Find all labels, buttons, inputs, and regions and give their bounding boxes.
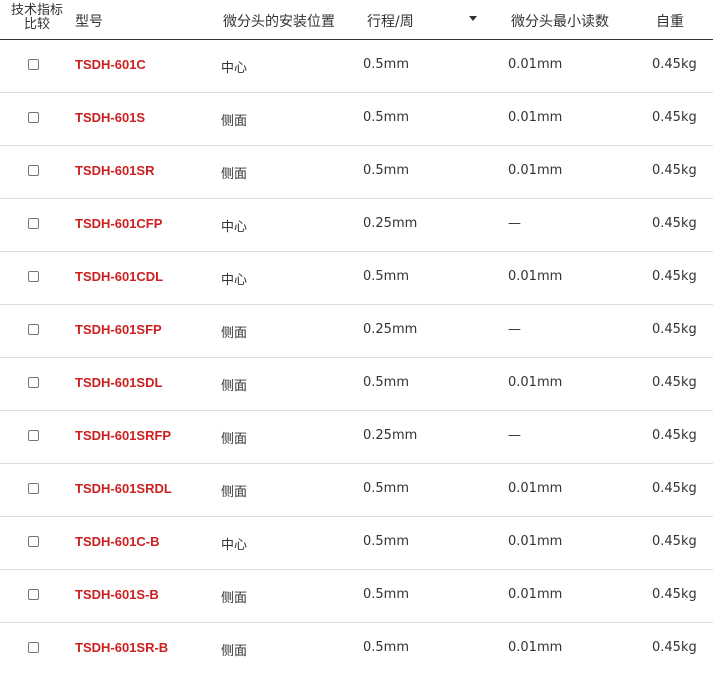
stroke-cell: 0.5mm xyxy=(363,269,410,284)
table-row: TSDH-601C-B 中心 0.5mm 0.01mm 0.45kg xyxy=(0,517,713,570)
resolution-cell: 0.01mm xyxy=(508,587,563,602)
stroke-cell: 0.25mm xyxy=(363,216,418,231)
weight-cell: 0.45kg xyxy=(652,534,697,549)
compare-checkbox[interactable] xyxy=(28,218,39,229)
table-row: TSDH-601SR 侧面 0.5mm 0.01mm 0.45kg xyxy=(0,146,713,199)
position-cell: 侧面 xyxy=(221,167,248,182)
resolution-cell: 0.01mm xyxy=(508,57,563,72)
position-column-header: 微分头的安装位置 xyxy=(223,14,335,30)
compare-checkbox[interactable] xyxy=(28,483,39,494)
resolution-cell: 0.01mm xyxy=(508,640,563,655)
sort-caret-down-icon[interactable] xyxy=(469,16,477,21)
resolution-cell: 0.01mm xyxy=(508,534,563,549)
weight-cell: 0.45kg xyxy=(652,163,697,178)
weight-cell: 0.45kg xyxy=(652,481,697,496)
stroke-cell: 0.25mm xyxy=(363,428,418,443)
position-cell: 中心 xyxy=(221,538,248,553)
compare-checkbox[interactable] xyxy=(28,642,39,653)
weight-cell: 0.45kg xyxy=(652,269,697,284)
stroke-cell: 0.5mm xyxy=(363,481,410,496)
table-header: 技术指标 比较 型号 微分头的安装位置 行程/周 微分头最小读数 自重 xyxy=(0,0,713,40)
compare-header-line1: 技术指标 xyxy=(10,3,63,18)
table-row: TSDH-601C 中心 0.5mm 0.01mm 0.45kg xyxy=(0,40,713,93)
table-row: TSDH-601SRDL 侧面 0.5mm 0.01mm 0.45kg xyxy=(0,464,713,517)
table-row: TSDH-601CDL 中心 0.5mm 0.01mm 0.45kg xyxy=(0,252,713,305)
stroke-cell: 0.5mm xyxy=(363,534,410,549)
model-link[interactable]: TSDH-601CDL xyxy=(75,269,163,284)
table-row: TSDH-601SDL 侧面 0.5mm 0.01mm 0.45kg xyxy=(0,358,713,411)
weight-cell: 0.45kg xyxy=(652,322,697,337)
stroke-cell: 0.5mm xyxy=(363,375,410,390)
model-column-header: 型号 xyxy=(75,14,103,30)
position-cell: 侧面 xyxy=(221,432,248,447)
position-cell: 中心 xyxy=(221,61,248,76)
compare-checkbox[interactable] xyxy=(28,589,39,600)
model-link[interactable]: TSDH-601SFP xyxy=(75,322,162,337)
table-row: TSDH-601SRFP 侧面 0.25mm — 0.45kg xyxy=(0,411,713,464)
position-cell: 侧面 xyxy=(221,591,248,606)
model-link[interactable]: TSDH-601SRFP xyxy=(75,428,171,443)
position-cell: 中心 xyxy=(221,273,248,288)
compare-checkbox[interactable] xyxy=(28,271,39,282)
resolution-cell: 0.01mm xyxy=(508,163,563,178)
stroke-column-header[interactable]: 行程/周 xyxy=(367,11,414,31)
resolution-cell: 0.01mm xyxy=(508,375,563,390)
weight-cell: 0.45kg xyxy=(652,375,697,390)
weight-column-header: 自重 xyxy=(656,14,684,30)
stroke-cell: 0.5mm xyxy=(363,587,410,602)
weight-cell: 0.45kg xyxy=(652,110,697,125)
model-link[interactable]: TSDH-601SRDL xyxy=(75,481,172,496)
weight-cell: 0.45kg xyxy=(652,57,697,72)
compare-checkbox[interactable] xyxy=(28,430,39,441)
stroke-cell: 0.5mm xyxy=(363,110,410,125)
product-spec-table: 技术指标 比较 型号 微分头的安装位置 行程/周 微分头最小读数 自重 TSDH… xyxy=(0,0,713,675)
stroke-cell: 0.5mm xyxy=(363,640,410,655)
compare-checkbox[interactable] xyxy=(28,112,39,123)
model-link[interactable]: TSDH-601SDL xyxy=(75,375,162,390)
table-body: TSDH-601C 中心 0.5mm 0.01mm 0.45kg TSDH-601S 侧面 0… xyxy=(0,40,713,675)
table-row: TSDH-601S-B 侧面 0.5mm 0.01mm 0.45kg xyxy=(0,570,713,623)
compare-checkbox[interactable] xyxy=(28,536,39,547)
model-link[interactable]: TSDH-601C-B xyxy=(75,534,160,549)
table-row: TSDH-601SR-B 侧面 0.5mm 0.01mm 0.45kg xyxy=(0,623,713,675)
stroke-cell: 0.5mm xyxy=(363,163,410,178)
weight-cell: 0.45kg xyxy=(652,640,697,655)
table-row: TSDH-601CFP 中心 0.25mm — 0.45kg xyxy=(0,199,713,252)
compare-column-header: 技术指标 比较 xyxy=(7,4,67,32)
model-link[interactable]: TSDH-601S-B xyxy=(75,587,159,602)
compare-checkbox[interactable] xyxy=(28,324,39,335)
compare-checkbox[interactable] xyxy=(28,377,39,388)
stroke-cell: 0.5mm xyxy=(363,57,410,72)
table-row: TSDH-601SFP 侧面 0.25mm — 0.45kg xyxy=(0,305,713,358)
resolution-cell: 0.01mm xyxy=(508,481,563,496)
position-cell: 侧面 xyxy=(221,114,248,129)
resolution-column-header: 微分头最小读数 xyxy=(511,14,609,30)
weight-cell: 0.45kg xyxy=(652,587,697,602)
compare-header-line2: 比较 xyxy=(23,17,50,32)
resolution-cell: — xyxy=(508,428,521,443)
resolution-cell: — xyxy=(508,322,521,337)
weight-cell: 0.45kg xyxy=(652,428,697,443)
model-link[interactable]: TSDH-601C xyxy=(75,57,146,72)
position-cell: 中心 xyxy=(221,220,248,235)
stroke-cell: 0.25mm xyxy=(363,322,418,337)
table-row: TSDH-601S 侧面 0.5mm 0.01mm 0.45kg xyxy=(0,93,713,146)
resolution-cell: — xyxy=(508,216,521,231)
model-link[interactable]: TSDH-601SR xyxy=(75,163,154,178)
model-link[interactable]: TSDH-601SR-B xyxy=(75,640,168,655)
compare-checkbox[interactable] xyxy=(28,59,39,70)
resolution-cell: 0.01mm xyxy=(508,269,563,284)
position-cell: 侧面 xyxy=(221,644,248,659)
position-cell: 侧面 xyxy=(221,326,248,341)
model-link[interactable]: TSDH-601CFP xyxy=(75,216,162,231)
weight-cell: 0.45kg xyxy=(652,216,697,231)
position-cell: 侧面 xyxy=(221,485,248,500)
resolution-cell: 0.01mm xyxy=(508,110,563,125)
compare-checkbox[interactable] xyxy=(28,165,39,176)
position-cell: 侧面 xyxy=(221,379,248,394)
model-link[interactable]: TSDH-601S xyxy=(75,110,145,125)
